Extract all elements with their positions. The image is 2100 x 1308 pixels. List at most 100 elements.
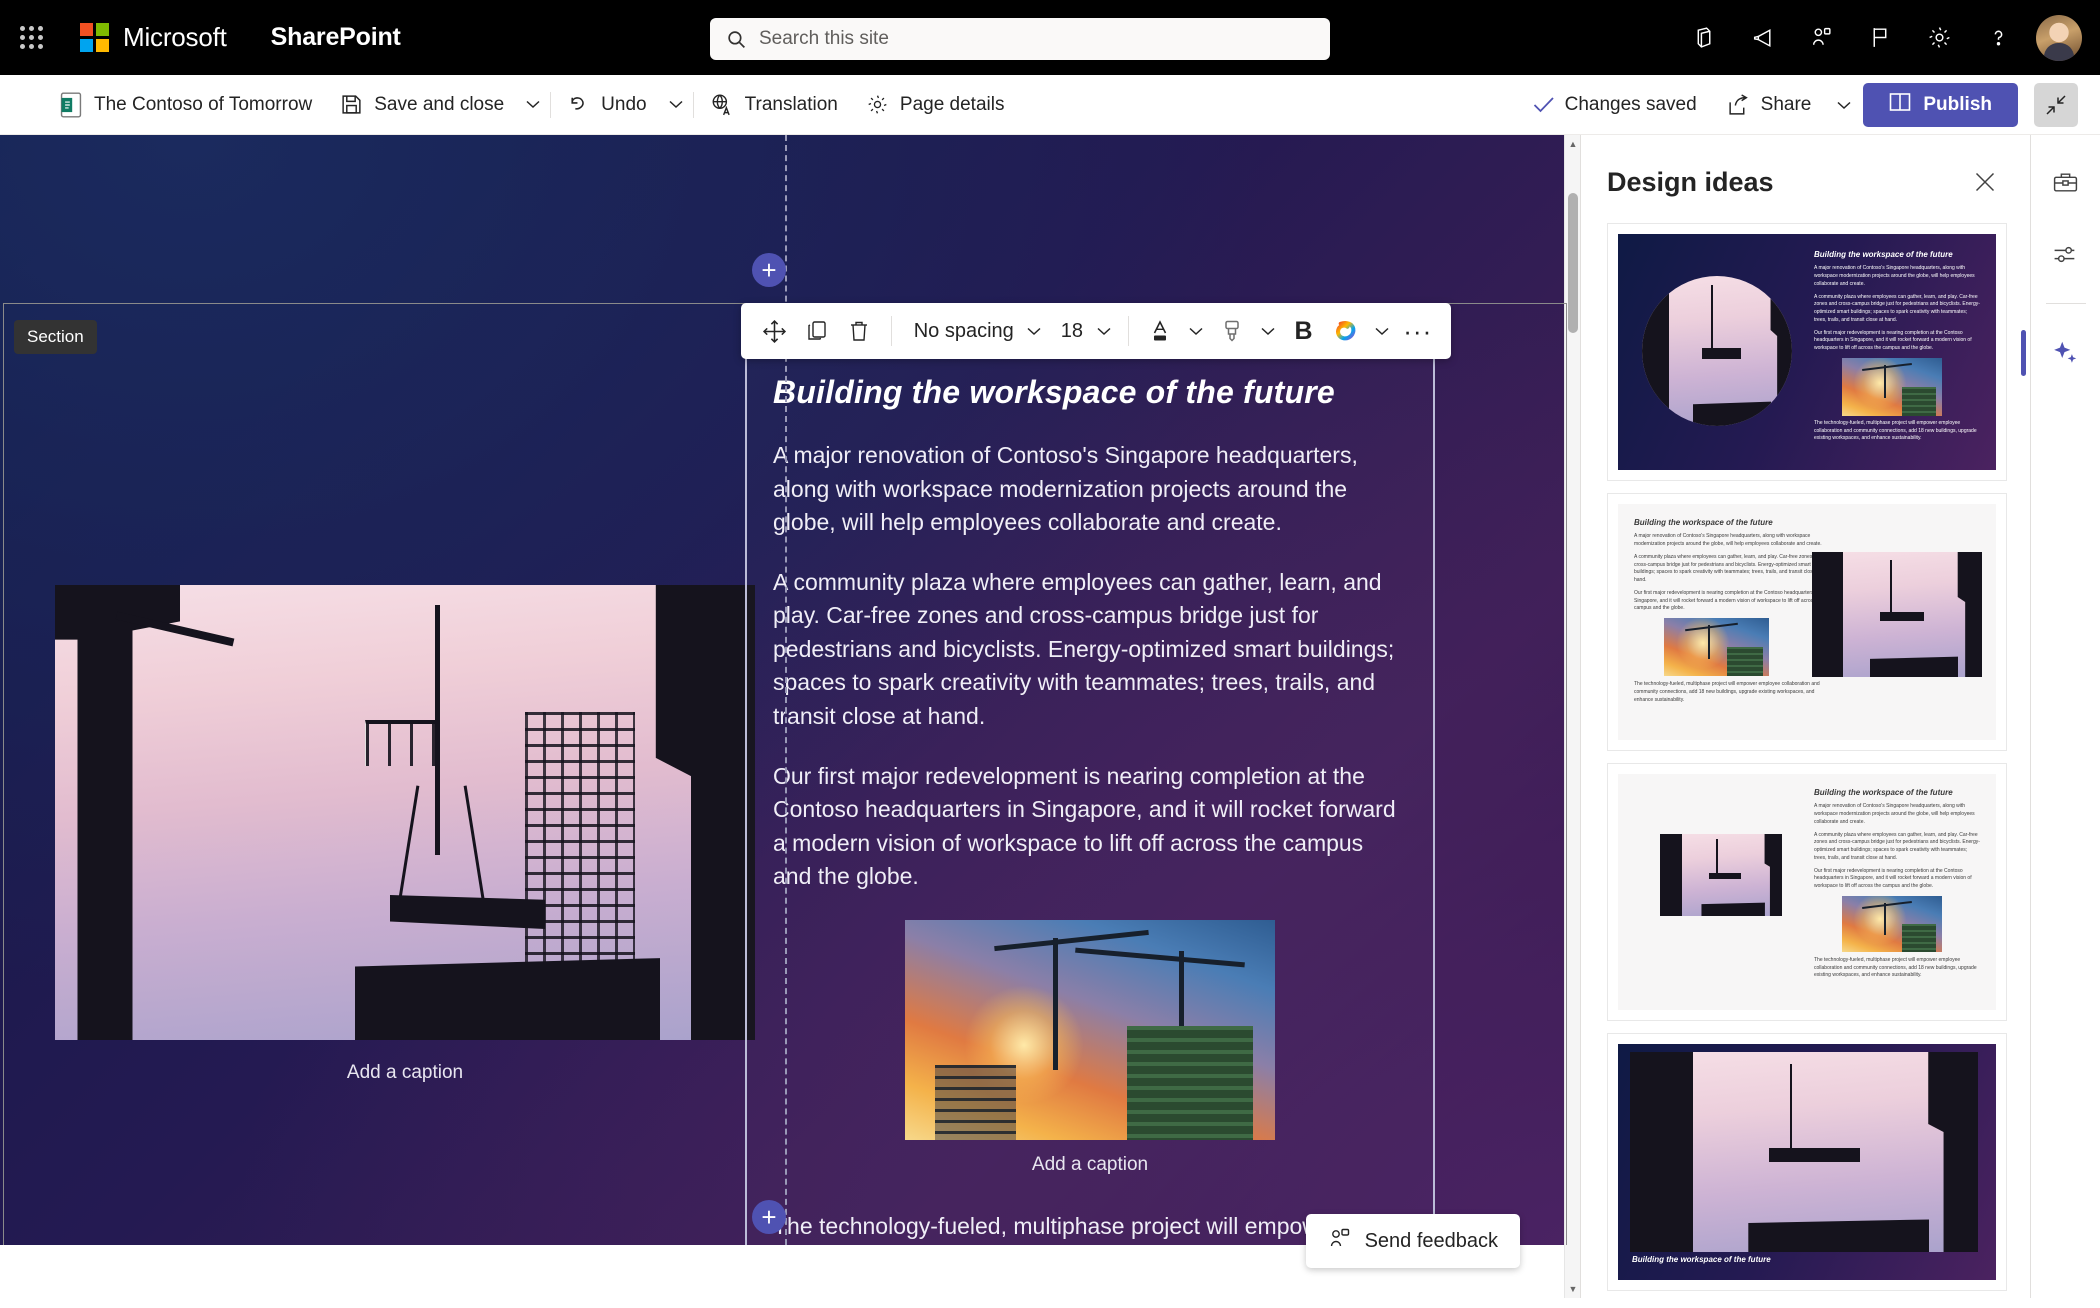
suite-actions: [1676, 0, 2088, 75]
font-size-chevron-down-icon[interactable]: [1089, 309, 1118, 353]
bold-button[interactable]: B: [1282, 309, 1325, 353]
font-color-icon[interactable]: [1139, 309, 1182, 353]
design-ideas-list[interactable]: Building the workspace of the future A m…: [1581, 223, 2030, 1308]
design-ideas-panel: Design ideas Building the workspace of t…: [1580, 135, 2030, 1298]
sharepoint-page-icon: [60, 91, 82, 118]
design-idea-card[interactable]: Building the workspace of the future: [1607, 1033, 2007, 1291]
duplicate-icon[interactable]: [796, 309, 839, 353]
plus-icon: +: [761, 255, 777, 285]
flag-icon[interactable]: [1853, 10, 1908, 65]
publish-icon: [1889, 92, 1911, 118]
font-size-select[interactable]: 18: [1049, 309, 1089, 353]
send-feedback-button[interactable]: Send feedback: [1305, 1214, 1520, 1268]
idea-1-circle-image: [1642, 276, 1792, 426]
inline-image-caption-input[interactable]: Add a caption: [773, 1154, 1407, 1176]
article-paragraph[interactable]: Our first major redevelopment is nearing…: [773, 760, 1407, 894]
idea-3-p1: A major renovation of Contoso's Singapor…: [1814, 803, 1975, 825]
collapse-ribbon-button[interactable]: [2034, 83, 2078, 127]
undo-options-chevron-down-icon[interactable]: [661, 83, 691, 127]
idea-1-preview: Building the workspace of the future A m…: [1618, 234, 1996, 470]
plus-icon: +: [761, 1202, 777, 1232]
copilot-icon[interactable]: [1676, 10, 1731, 65]
page-details-button[interactable]: Page details: [852, 83, 1019, 127]
paragraph-style-chevron-down-icon[interactable]: [1020, 309, 1049, 353]
text-web-part[interactable]: No spacing 18 B ··· Building the workspa…: [741, 303, 1451, 1245]
delete-icon[interactable]: [838, 309, 881, 353]
idea-3-p4: The technology-fueled, multiphase projec…: [1814, 956, 1977, 979]
article-heading[interactable]: Building the workspace of the future: [773, 374, 1407, 411]
idea-3-heading: Building the workspace of the future: [1814, 788, 1953, 797]
left-image-caption-input[interactable]: Add a caption: [55, 1062, 755, 1084]
avatar[interactable]: [2036, 14, 2082, 61]
more-options-button[interactable]: ···: [1396, 309, 1439, 353]
idea-2-p4: The technology-fueled, multiphase projec…: [1634, 681, 1820, 703]
design-ideas-panel-header: Design ideas: [1581, 135, 2030, 223]
add-section-bottom-button[interactable]: +: [752, 1200, 786, 1234]
save-and-close-button[interactable]: Save and close: [326, 83, 518, 127]
move-handle-icon[interactable]: [753, 309, 796, 353]
page-settings-sliders-icon[interactable]: [2041, 229, 2091, 279]
paragraph-style-select[interactable]: No spacing: [902, 309, 1020, 353]
translation-icon: [710, 93, 734, 117]
page-canvas[interactable]: Add a caption No spacing 18 B ··· Buildi…: [0, 135, 1572, 1245]
article-last-paragraph-text: The technology-fueled, multiphase projec…: [773, 1212, 1340, 1239]
idea-2-preview: Building the workspace of the future A m…: [1618, 504, 1996, 740]
app-name-sharepoint[interactable]: SharePoint: [271, 23, 401, 52]
inline-image-block[interactable]: Add a caption: [773, 919, 1407, 1176]
highlight-chevron-down-icon[interactable]: [1253, 309, 1282, 353]
image-web-part-left[interactable]: Add a caption: [55, 585, 755, 1084]
idea-4-heading: Building the workspace of the future: [1632, 1254, 1771, 1264]
publish-button[interactable]: Publish: [1863, 83, 2018, 127]
copilot-chevron-down-icon[interactable]: [1367, 309, 1396, 353]
canvas-scrollbar-thumb[interactable]: [1568, 193, 1578, 333]
save-icon: [340, 93, 363, 116]
design-idea-card[interactable]: Building the workspace of the future A m…: [1607, 763, 2007, 1021]
translation-button[interactable]: Translation: [696, 83, 852, 127]
construction-dusk-photo[interactable]: [55, 585, 755, 1040]
app-launcher-button[interactable]: [0, 0, 62, 75]
idea-2-p2: A community plaza where employees can ga…: [1634, 553, 1823, 584]
share-options-chevron-down-icon[interactable]: [1829, 83, 1859, 127]
rich-text-editor[interactable]: Building the workspace of the future A m…: [745, 350, 1435, 1245]
copilot-icon[interactable]: [1325, 309, 1368, 353]
design-idea-card[interactable]: Building the workspace of the future A m…: [1607, 493, 2007, 751]
scroll-up-arrow-icon[interactable]: ▲: [1565, 135, 1580, 153]
people-share-icon[interactable]: [1794, 10, 1849, 65]
help-icon[interactable]: [1971, 10, 2026, 65]
search-box[interactable]: [710, 18, 1330, 60]
save-options-chevron-down-icon[interactable]: [518, 83, 548, 127]
section-label[interactable]: Section: [14, 320, 97, 354]
share-label: Share: [1760, 94, 1812, 115]
column-drag-guide: [785, 135, 787, 1245]
divider: [550, 91, 552, 118]
page-details-gear-icon: [866, 93, 889, 116]
article-paragraph[interactable]: A major renovation of Contoso's Singapor…: [773, 439, 1407, 540]
cranes-sunset-photo[interactable]: [905, 919, 1275, 1140]
design-idea-card[interactable]: Building the workspace of the future A m…: [1607, 223, 2007, 481]
changes-saved-status: Changes saved: [1521, 94, 1709, 116]
share-button[interactable]: Share: [1713, 83, 1826, 127]
command-bar-right: Changes saved Share Publish: [1521, 75, 2078, 135]
megaphone-icon[interactable]: [1735, 10, 1790, 65]
add-section-top-button[interactable]: +: [752, 253, 786, 287]
more-options-label: ···: [1403, 315, 1433, 346]
page-details-label: Page details: [899, 93, 1005, 115]
scroll-down-arrow-icon[interactable]: ▼: [1565, 1280, 1580, 1298]
gear-icon[interactable]: [1912, 10, 1967, 65]
idea-2-inline-image: [1664, 618, 1769, 677]
article-paragraph[interactable]: A community plaza where employees can ga…: [773, 566, 1407, 734]
close-icon[interactable]: [1966, 163, 2004, 201]
toolbox-icon[interactable]: [2041, 157, 2091, 207]
site-name-button[interactable]: The Contoso of Tomorrow: [46, 83, 326, 127]
search-input[interactable]: [759, 28, 1314, 50]
microsoft-logo-icon: [80, 23, 109, 52]
idea-3-p2: A community plaza where employees can ga…: [1814, 831, 1980, 861]
canvas-scrollbar[interactable]: ▲ ▼: [1564, 135, 1580, 1298]
design-ideas-icon[interactable]: [2020, 328, 2091, 378]
idea-1-p3: Our first major redevelopment is nearing…: [1814, 329, 1972, 352]
send-feedback-label: Send feedback: [1364, 1229, 1498, 1252]
feedback-people-icon: [1328, 1227, 1352, 1255]
highlight-color-icon[interactable]: [1211, 309, 1254, 353]
undo-button[interactable]: Undo: [553, 83, 660, 127]
font-color-chevron-down-icon[interactable]: [1182, 309, 1211, 353]
